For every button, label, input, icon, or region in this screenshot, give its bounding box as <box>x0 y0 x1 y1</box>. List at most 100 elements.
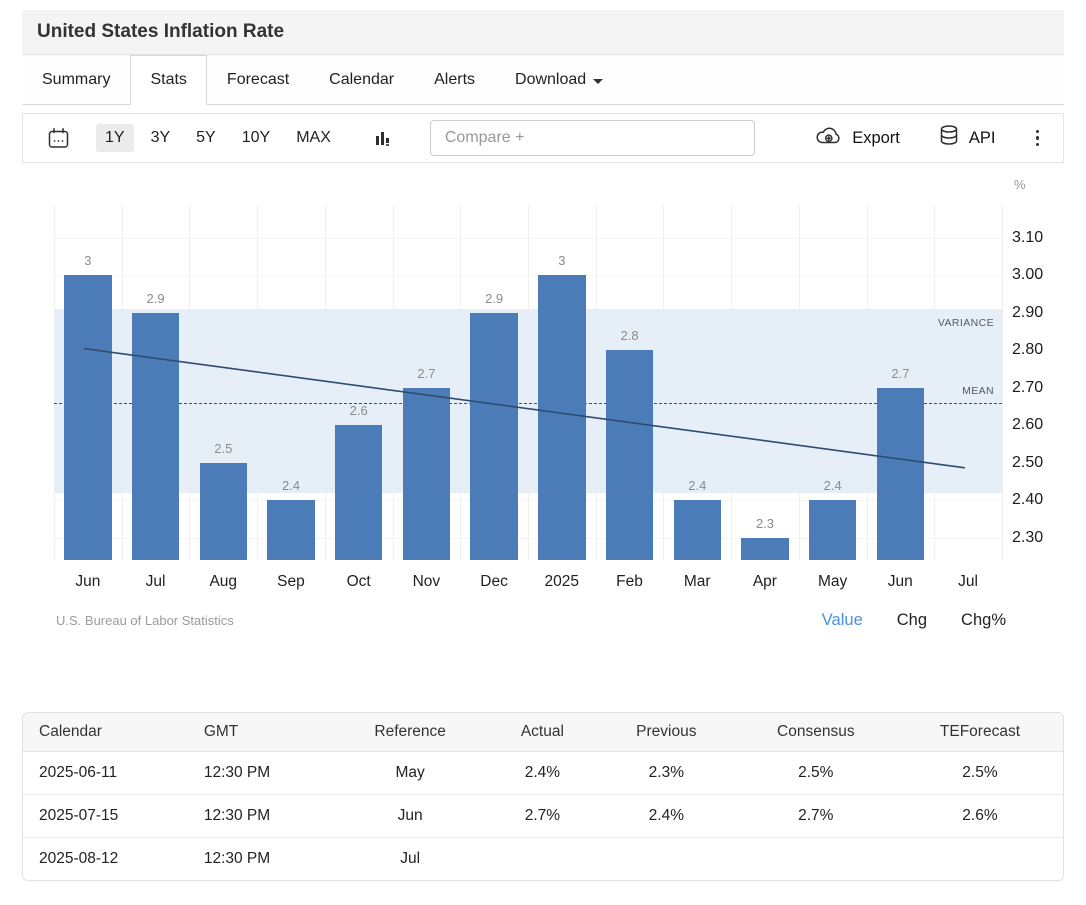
tab-download[interactable]: Download <box>495 55 623 104</box>
table-cell: 2.7% <box>487 795 598 838</box>
y-axis-tick: 2.30 <box>1012 527 1043 549</box>
tab-stats[interactable]: Stats <box>130 55 206 105</box>
y-axis-tick: 3.00 <box>1012 264 1043 286</box>
table-header-cell: Calendar <box>23 713 188 752</box>
range-button-10y[interactable]: 10Y <box>233 124 279 152</box>
table-cell: 12:30 PM <box>188 795 334 838</box>
x-axis-label: Dec <box>460 573 528 591</box>
table-cell: 2.3% <box>598 752 735 795</box>
table-cell <box>735 838 897 881</box>
table-header-cell: Previous <box>598 713 735 752</box>
x-axis-label: Jul <box>122 573 190 591</box>
range-button-5y[interactable]: 5Y <box>187 124 225 152</box>
table-row: 2025-06-1112:30 PMMay2.4%2.3%2.5%2.5% <box>23 752 1063 795</box>
y-axis: % 3.103.002.902.802.702.602.502.402.30 <box>1002 205 1064 560</box>
tab-label: Calendar <box>329 71 394 89</box>
tab-label: Forecast <box>227 71 289 89</box>
table-cell: 2.7% <box>735 795 897 838</box>
table-cell: 2.5% <box>735 752 897 795</box>
table-cell <box>487 838 598 881</box>
table-header-cell: TEForecast <box>897 713 1063 752</box>
tab-bar: Summary Stats Forecast Calendar Alerts Downlo… <box>22 55 1064 105</box>
x-axis-label: Aug <box>189 573 257 591</box>
tab-calendar[interactable]: Calendar <box>309 55 414 104</box>
calendar-icon[interactable] <box>47 127 70 150</box>
tab-summary[interactable]: Summary <box>22 55 130 104</box>
x-axis: JunJulAugSepOctNovDec2025FebMarAprMayJun… <box>54 560 1002 591</box>
table-cell <box>598 838 735 881</box>
table-cell: 2025-06-11 <box>23 752 188 795</box>
trend-line <box>54 205 1002 560</box>
table-cell: May <box>333 752 486 795</box>
x-axis-label: Oct <box>325 573 393 591</box>
chart-toolbar: 1Y 3Y5Y 10Y MAX Export <box>22 113 1064 163</box>
range-button-max[interactable]: MAX <box>287 124 340 152</box>
y-axis-tick: 2.90 <box>1012 302 1043 324</box>
range-selector: 1Y 3Y5Y 10Y MAX <box>96 124 340 152</box>
series-toggle-group: Value Chg Chg% <box>822 611 1006 630</box>
table-header-cell: GMT <box>188 713 334 752</box>
table-cell: 12:30 PM <box>188 752 334 795</box>
chart-section: VARIANCEMEAN32.92.52.42.62.72.932.82.42.… <box>22 205 1064 630</box>
x-axis-label: Jun <box>866 573 934 591</box>
api-button[interactable]: API <box>938 124 996 153</box>
x-axis-label: May <box>799 573 867 591</box>
range-button-1y[interactable]: 1Y <box>96 124 134 152</box>
y-axis-tick: 3.10 <box>1012 227 1043 249</box>
table-row: 2025-08-1212:30 PMJul <box>23 838 1063 881</box>
toggle-chgpct[interactable]: Chg% <box>961 611 1006 630</box>
table-cell: 2.6% <box>897 795 1063 838</box>
table-cell: 2.4% <box>487 752 598 795</box>
x-axis-label: 2025 <box>528 573 596 591</box>
tab-label: Download <box>515 71 586 89</box>
table-cell: 2.5% <box>897 752 1063 795</box>
table-row: 2025-07-1512:30 PMJun2.7%2.4%2.7%2.6% <box>23 795 1063 838</box>
api-label: API <box>969 129 996 148</box>
calendar-table: CalendarGMTReferenceActualPreviousConsen… <box>22 712 1064 881</box>
table-cell: 2.4% <box>598 795 735 838</box>
chart-plot-area: VARIANCEMEAN32.92.52.42.62.72.932.82.42.… <box>54 205 1002 560</box>
cloud-export-icon <box>815 125 843 151</box>
table-header-cell: Consensus <box>735 713 897 752</box>
table-cell: 12:30 PM <box>188 838 334 881</box>
data-source-attribution: U.S. Bureau of Labor Statistics <box>56 613 234 628</box>
export-button[interactable]: Export <box>815 125 900 151</box>
page-title: United States Inflation Rate <box>22 10 1064 55</box>
chevron-down-icon <box>593 79 603 84</box>
tab-label: Alerts <box>434 71 475 89</box>
table-cell <box>897 838 1063 881</box>
range-button-3y[interactable]: 3Y <box>142 124 180 152</box>
x-axis-label: Jul <box>934 573 1002 591</box>
y-axis-tick: 2.60 <box>1012 414 1043 436</box>
toggle-value[interactable]: Value <box>822 611 863 630</box>
x-axis-label: Apr <box>731 573 799 591</box>
compare-input[interactable] <box>430 120 755 156</box>
y-axis-tick: 2.40 <box>1012 489 1043 511</box>
x-axis-label: Sep <box>257 573 325 591</box>
y-axis-unit: % <box>1014 177 1026 192</box>
tab-forecast[interactable]: Forecast <box>207 55 309 104</box>
page-container: United States Inflation Rate Summary Stat… <box>0 0 1086 881</box>
table-cell: 2025-07-15 <box>23 795 188 838</box>
x-axis-label: Mar <box>663 573 731 591</box>
table-cell: Jul <box>333 838 486 881</box>
table-cell: 2025-08-12 <box>23 838 188 881</box>
x-axis-label: Jun <box>54 573 122 591</box>
y-axis-tick: 2.70 <box>1012 377 1043 399</box>
table-cell: Jun <box>333 795 486 838</box>
x-axis-label: Nov <box>393 573 461 591</box>
y-axis-tick: 2.80 <box>1012 339 1043 361</box>
tab-label: Stats <box>150 71 186 89</box>
x-axis-label: Feb <box>596 573 664 591</box>
table-header-cell: Reference <box>333 713 486 752</box>
database-icon <box>938 124 960 153</box>
bar-chart-icon[interactable] <box>374 129 392 147</box>
table-header-row: CalendarGMTReferenceActualPreviousConsen… <box>23 713 1063 752</box>
kebab-menu-icon[interactable] <box>1032 126 1044 151</box>
y-axis-tick: 2.50 <box>1012 452 1043 474</box>
tab-alerts[interactable]: Alerts <box>414 55 495 104</box>
export-label: Export <box>852 129 900 148</box>
toggle-chg[interactable]: Chg <box>897 611 927 630</box>
tab-label: Summary <box>42 71 110 89</box>
table-header-cell: Actual <box>487 713 598 752</box>
